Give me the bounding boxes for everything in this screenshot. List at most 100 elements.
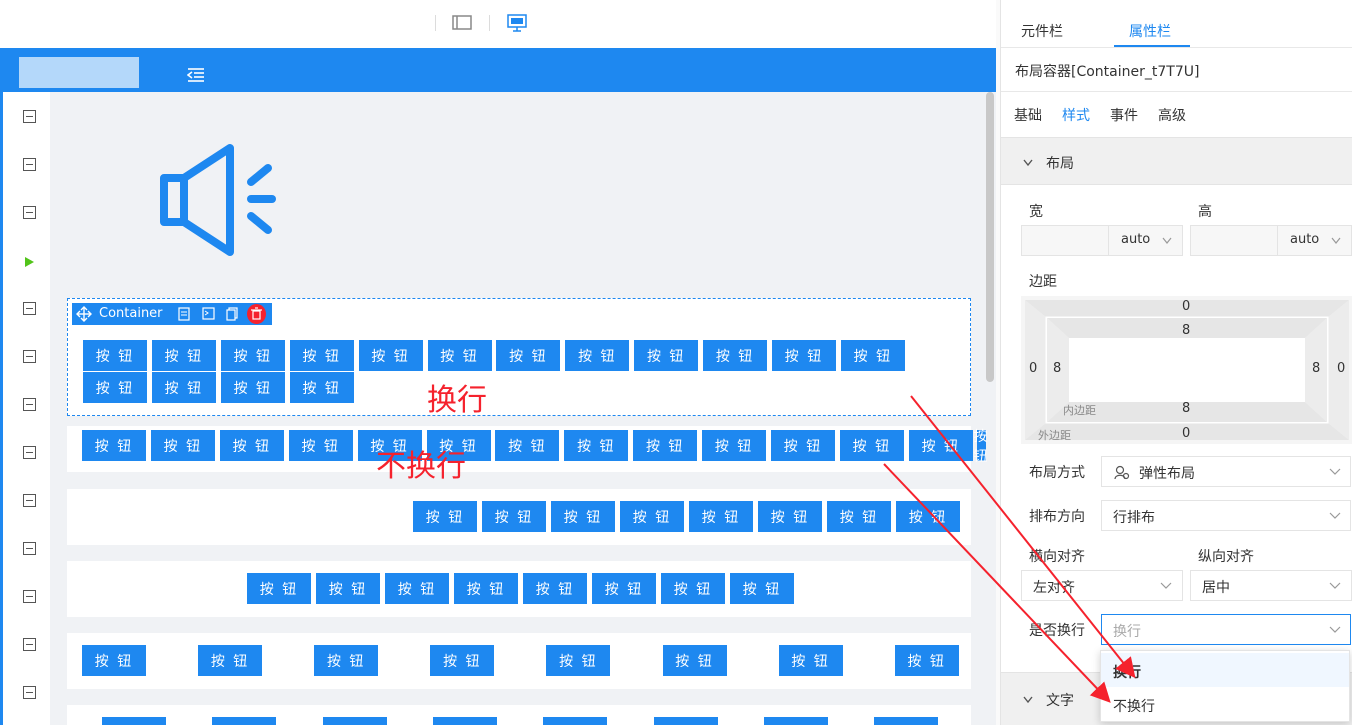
- demo-button[interactable]: 按 钮: [427, 340, 492, 371]
- demo-button[interactable]: 按 钮: [592, 573, 656, 604]
- demo-button[interactable]: 按 钮: [83, 372, 147, 403]
- demo-button[interactable]: 按 钮: [82, 430, 146, 461]
- demo-button[interactable]: 按 钮: [633, 430, 698, 461]
- demo-button[interactable]: 按 钮: [83, 340, 147, 371]
- demo-button[interactable]: 按 钮: [413, 501, 477, 532]
- flex-container[interactable]: [67, 561, 971, 617]
- section-header-layout[interactable]: 布局: [1001, 137, 1352, 185]
- demo-button[interactable]: 按 钮: [894, 645, 959, 676]
- demo-button[interactable]: 按 钮: [523, 573, 587, 604]
- nav-item[interactable]: [23, 302, 36, 315]
- nav-item[interactable]: [23, 686, 36, 699]
- demo-button[interactable]: 按 钮: [634, 340, 699, 371]
- demo-button[interactable]: 按 钮: [546, 645, 611, 676]
- demo-button[interactable]: 按 钮: [839, 430, 904, 461]
- canvas-scrollbar[interactable]: [986, 92, 994, 382]
- demo-button[interactable]: 按 钮: [385, 573, 449, 604]
- demo-button[interactable]: 按 钮: [289, 372, 354, 403]
- padding-top[interactable]: 8: [1182, 323, 1190, 338]
- demo-button[interactable]: 按 钮: [247, 573, 311, 604]
- demo-button[interactable]: 按 钮: [689, 501, 753, 532]
- subtab-advanced[interactable]: 高级: [1158, 105, 1186, 125]
- demo-button[interactable]: 按 钮: [874, 717, 939, 725]
- demo-button[interactable]: 按 钮: [771, 430, 835, 461]
- demo-button[interactable]: 按 钮: [454, 573, 518, 604]
- demo-button[interactable]: 按 钮: [543, 717, 608, 725]
- demo-button[interactable]: 按 钮: [220, 340, 285, 371]
- layout-mode-select[interactable]: 弹性布局: [1101, 456, 1351, 487]
- demo-button[interactable]: 按 钮: [763, 717, 828, 725]
- demo-button[interactable]: 按 钮: [702, 430, 767, 461]
- demo-button[interactable]: 按 钮: [772, 340, 836, 371]
- demo-button[interactable]: 按 钮: [653, 717, 718, 725]
- nav-item[interactable]: [23, 350, 36, 363]
- subtab-basic[interactable]: 基础: [1014, 105, 1042, 125]
- demo-button[interactable]: 按 钮: [662, 645, 727, 676]
- padding-right[interactable]: 8: [1312, 361, 1320, 376]
- flex-container[interactable]: [67, 705, 971, 725]
- subtab-events[interactable]: 事件: [1110, 105, 1138, 125]
- margin-bottom[interactable]: 0: [1182, 426, 1190, 441]
- wrap-option-nowrap[interactable]: 不换行: [1101, 687, 1349, 721]
- demo-button[interactable]: 按 钮: [620, 501, 684, 532]
- demo-button[interactable]: 按 钮: [564, 430, 629, 461]
- nav-item[interactable]: [23, 398, 36, 411]
- demo-button[interactable]: 按 钮: [565, 340, 630, 371]
- wrap-option-wrap[interactable]: 换行: [1101, 653, 1349, 687]
- demo-button[interactable]: 按 钮: [551, 501, 615, 532]
- nav-item[interactable]: [23, 590, 36, 603]
- nav-item[interactable]: [23, 110, 36, 123]
- demo-button[interactable]: 按 钮: [703, 340, 768, 371]
- demo-button[interactable]: 按 钮: [212, 717, 277, 725]
- margin-left[interactable]: 0: [1029, 361, 1037, 376]
- demo-button[interactable]: 按 钮: [198, 645, 263, 676]
- nav-item[interactable]: [23, 638, 36, 651]
- tablet-icon[interactable]: [452, 14, 472, 32]
- demo-button[interactable]: 按 钮: [150, 430, 215, 461]
- demo-button[interactable]: 按 钮: [358, 340, 423, 371]
- nav-item[interactable]: [23, 494, 36, 507]
- play-icon[interactable]: [25, 257, 34, 267]
- demo-button[interactable]: 按 钮: [82, 645, 146, 676]
- code-icon[interactable]: [202, 307, 215, 320]
- demo-button[interactable]: 按 钮: [220, 372, 285, 403]
- move-icon[interactable]: [76, 306, 92, 322]
- subtab-style[interactable]: 样式: [1062, 105, 1090, 125]
- demo-button[interactable]: 按 钮: [432, 717, 497, 725]
- nav-item[interactable]: [23, 446, 36, 459]
- demo-button[interactable]: 按 钮: [219, 430, 284, 461]
- wrap-select[interactable]: 换行: [1101, 614, 1351, 645]
- tab-components[interactable]: 元件栏: [1021, 21, 1063, 41]
- demo-button[interactable]: 按 钮: [840, 340, 905, 371]
- demo-button[interactable]: 按 钮: [288, 430, 353, 461]
- demo-button[interactable]: 按 钮: [430, 645, 495, 676]
- demo-button[interactable]: 按 钮: [495, 430, 560, 461]
- padding-bottom[interactable]: 8: [1182, 401, 1190, 416]
- demo-button[interactable]: 按 钮: [896, 501, 960, 532]
- height-unit[interactable]: auto: [1290, 232, 1319, 247]
- nav-item[interactable]: [23, 158, 36, 171]
- margin-top[interactable]: 0: [1182, 299, 1190, 314]
- width-input[interactable]: auto: [1021, 225, 1183, 256]
- demo-button[interactable]: 按 钮: [151, 372, 216, 403]
- desktop-icon[interactable]: [507, 14, 527, 33]
- direction-select[interactable]: 行排布: [1101, 500, 1351, 531]
- demo-button[interactable]: 按 钮: [974, 429, 988, 465]
- demo-button[interactable]: 按 钮: [778, 645, 843, 676]
- h-align-select[interactable]: 左对齐: [1021, 570, 1183, 601]
- nav-item[interactable]: [23, 206, 36, 219]
- copy-icon[interactable]: [226, 307, 238, 321]
- nav-item[interactable]: [23, 542, 36, 555]
- document-icon[interactable]: [178, 307, 190, 321]
- demo-button[interactable]: 按 钮: [102, 717, 166, 725]
- demo-button[interactable]: 按 钮: [316, 573, 380, 604]
- demo-button[interactable]: 按 钮: [908, 430, 973, 461]
- height-input[interactable]: auto: [1190, 225, 1352, 256]
- demo-button[interactable]: 按 钮: [289, 340, 354, 371]
- demo-button[interactable]: 按 钮: [151, 340, 216, 371]
- margin-right[interactable]: 0: [1337, 361, 1345, 376]
- tab-properties[interactable]: 属性栏: [1129, 21, 1171, 41]
- demo-button[interactable]: 按 钮: [322, 717, 387, 725]
- demo-button[interactable]: 按 钮: [827, 501, 891, 532]
- demo-button[interactable]: 按 钮: [758, 501, 822, 532]
